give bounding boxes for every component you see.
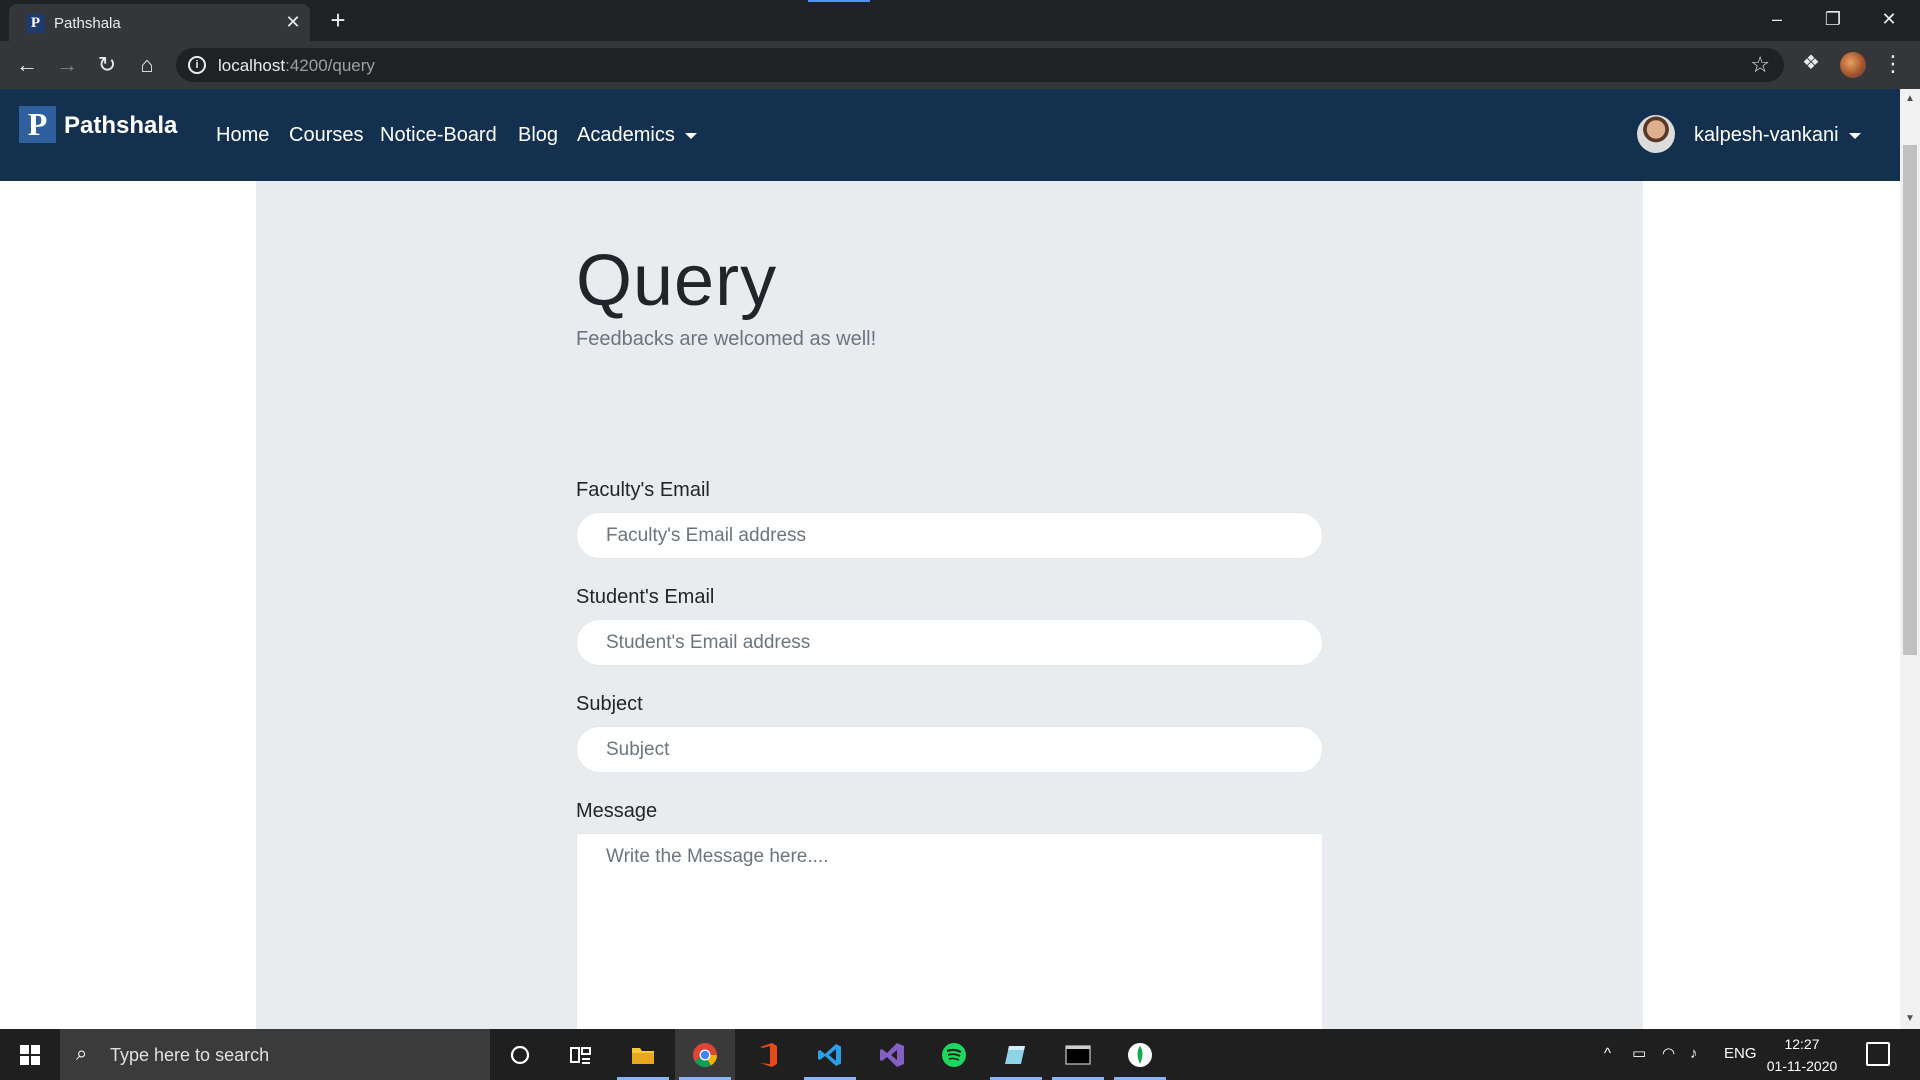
- taskbar-sticky-notes[interactable]: [986, 1029, 1046, 1080]
- taskbar-mongodb[interactable]: [1110, 1029, 1170, 1080]
- restore-icon[interactable]: ❐: [1810, 4, 1856, 34]
- faculty-email-label: Faculty's Email: [576, 479, 710, 501]
- sticky-notes-icon: [1005, 1046, 1025, 1064]
- language-indicator[interactable]: ENG: [1724, 1044, 1757, 1064]
- nav-link-blog[interactable]: Blog: [518, 122, 558, 148]
- visual-studio-icon: [880, 1043, 904, 1067]
- clock-date: 01-11-2020: [1766, 1058, 1838, 1074]
- cortana-circle-icon: [510, 1045, 530, 1065]
- subject-input[interactable]: [576, 726, 1323, 773]
- taskbar-visual-studio[interactable]: [862, 1029, 922, 1080]
- address-bar[interactable]: i localhost:4200/query ☆: [176, 48, 1784, 82]
- spotify-icon: [942, 1043, 966, 1067]
- tab-favicon-icon: P: [26, 14, 45, 33]
- brand-name[interactable]: Pathshala: [64, 111, 177, 141]
- page-title: Query: [576, 241, 778, 321]
- reload-icon[interactable]: ↻: [92, 50, 122, 80]
- student-email-input[interactable]: [576, 619, 1323, 666]
- minimize-icon[interactable]: –: [1754, 4, 1800, 34]
- taskbar-search-placeholder: Type here to search: [110, 1045, 270, 1065]
- taskbar-vscode[interactable]: [800, 1029, 860, 1080]
- student-email-label: Student's Email: [576, 586, 715, 608]
- tab-title: Pathshala: [54, 15, 121, 32]
- brand-logo[interactable]: P: [19, 106, 56, 143]
- subject-label: Subject: [576, 693, 643, 715]
- page-viewport: P Pathshala Home Courses Notice-Board Bl…: [0, 89, 1900, 1029]
- browser-tab-active[interactable]: P Pathshala ✕: [9, 4, 310, 41]
- task-view-button[interactable]: [550, 1029, 610, 1080]
- tab-load-indicator: [808, 0, 870, 2]
- scroll-up-arrow-icon[interactable]: ▲: [1900, 91, 1920, 107]
- cortana-button[interactable]: [490, 1029, 550, 1080]
- back-arrow-icon[interactable]: ←: [12, 50, 42, 80]
- action-center-notification-icon[interactable]: [1866, 1042, 1890, 1066]
- vscode-icon: [818, 1044, 841, 1066]
- browser-toolbar: ← → ↻ ⌂ i localhost:4200/query ☆: [0, 41, 1920, 89]
- clock-time: 12:27: [1784, 1036, 1820, 1052]
- page-subtitle: Feedbacks are welcomed as well!: [576, 328, 877, 350]
- forward-arrow-icon[interactable]: →: [52, 50, 82, 80]
- chrome-icon: [693, 1043, 717, 1068]
- user-name-label: kalpesh-vankani: [1694, 124, 1839, 146]
- taskbar-terminal[interactable]: [1048, 1029, 1108, 1080]
- user-menu-dropdown[interactable]: kalpesh-vankani: [1694, 122, 1861, 148]
- new-tab-plus-icon[interactable]: +: [324, 6, 352, 34]
- nav-dropdown-academics[interactable]: Academics: [577, 122, 697, 148]
- nav-link-home[interactable]: Home: [216, 122, 269, 148]
- home-icon[interactable]: ⌂: [132, 50, 162, 80]
- taskbar-clock[interactable]: 12:27 01-11-2020: [1764, 1033, 1840, 1077]
- taskbar-file-explorer[interactable]: [613, 1029, 673, 1080]
- extensions-puzzle-icon[interactable]: ❖: [1798, 50, 1824, 76]
- user-avatar[interactable]: [1637, 115, 1675, 153]
- browser-menu-icon[interactable]: ⋮: [1882, 50, 1904, 78]
- volume-icon[interactable]: ♪: [1690, 1044, 1698, 1064]
- tab-close-icon[interactable]: ✕: [283, 12, 303, 32]
- mongodb-leaf-icon: [1128, 1043, 1152, 1067]
- taskbar-spotify[interactable]: [924, 1029, 984, 1080]
- office-icon: [760, 1043, 777, 1067]
- address-url[interactable]: localhost:4200/query: [218, 56, 375, 75]
- start-button[interactable]: [0, 1029, 60, 1080]
- task-view-icon: [570, 1047, 591, 1064]
- battery-icon[interactable]: ▭: [1632, 1044, 1646, 1064]
- scroll-down-arrow-icon[interactable]: ▼: [1900, 1011, 1920, 1027]
- caret-down-icon: [684, 132, 697, 139]
- terminal-icon: [1065, 1045, 1091, 1065]
- app-navbar: P Pathshala Home Courses Notice-Board Bl…: [0, 89, 1900, 181]
- wifi-icon[interactable]: ◠: [1662, 1044, 1675, 1064]
- nav-link-academics-label: Academics: [577, 124, 675, 146]
- url-path: :4200/query: [285, 56, 375, 75]
- page-scrollbar[interactable]: ▲ ▼: [1900, 89, 1920, 1029]
- browser-profile-avatar[interactable]: [1840, 52, 1866, 78]
- message-label: Message: [576, 800, 658, 822]
- taskbar-chrome[interactable]: [675, 1029, 735, 1080]
- show-hidden-icons-chevron-icon[interactable]: ^: [1604, 1044, 1611, 1064]
- search-icon: ⌕: [76, 1043, 88, 1065]
- query-form-jumbotron: Query Feedbacks are welcomed as well! Fa…: [256, 181, 1643, 1029]
- windows-logo-icon: [20, 1045, 40, 1065]
- caret-down-icon: [1848, 132, 1861, 139]
- windows-taskbar: ⌕ Type here to search ^ ▭ ◠ ♪ ENG 12:27 …: [0, 1029, 1920, 1080]
- folder-icon: [632, 1048, 654, 1064]
- bookmark-star-icon[interactable]: ☆: [1750, 52, 1770, 78]
- url-host: localhost: [218, 56, 286, 75]
- faculty-email-input[interactable]: [576, 512, 1323, 559]
- scroll-thumb[interactable]: [1903, 145, 1917, 655]
- site-info-icon[interactable]: i: [188, 56, 206, 74]
- nav-link-notice-board[interactable]: Notice-Board: [380, 122, 497, 148]
- browser-tab-strip: P Pathshala ✕ + – ❐ ✕: [0, 0, 1920, 41]
- window-close-icon[interactable]: ✕: [1866, 4, 1912, 34]
- message-textarea[interactable]: [576, 833, 1323, 1029]
- taskbar-office[interactable]: [738, 1029, 798, 1080]
- nav-link-courses[interactable]: Courses: [289, 122, 363, 148]
- taskbar-search-box[interactable]: ⌕ Type here to search: [60, 1029, 490, 1080]
